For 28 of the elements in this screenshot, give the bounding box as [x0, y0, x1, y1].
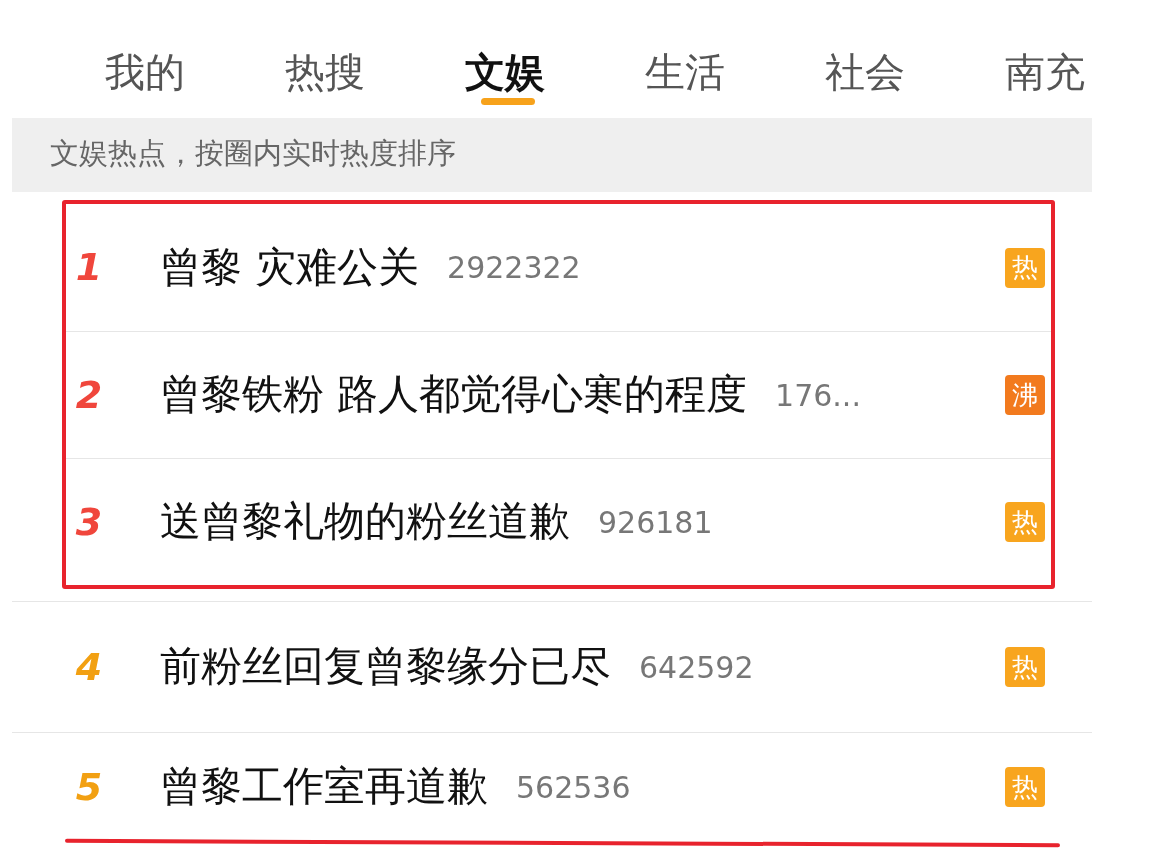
active-indicator	[481, 98, 535, 105]
rank-number: 3	[74, 498, 104, 546]
rank-number: 5	[74, 763, 104, 811]
topic-link[interactable]: 前粉丝回复曾黎缘分已尽	[160, 636, 611, 698]
heat-tag: 热	[1005, 502, 1045, 542]
heat-count: 642592	[639, 648, 754, 687]
topic-link[interactable]: 曾黎铁粉 路人都觉得心寒的程度	[160, 364, 748, 426]
topic-link[interactable]: 曾黎 灾难公关	[160, 236, 420, 299]
rank-number: 4	[74, 643, 104, 691]
heat-tag: 热	[1005, 647, 1045, 687]
heat-tag: 沸	[1005, 375, 1045, 415]
tab[interactable]: 我的	[105, 0, 285, 116]
heat-count: 2922322	[447, 249, 581, 287]
tab[interactable]: 文娱	[465, 0, 645, 116]
heat-tag: 热	[1005, 767, 1045, 807]
rank-number: 2	[74, 371, 104, 419]
rank-number: 1	[74, 244, 104, 291]
topic-link[interactable]: 送曾黎礼物的粉丝道歉	[160, 491, 570, 553]
tab[interactable]: 社会	[825, 0, 1005, 116]
heat-count: 926181	[598, 503, 713, 542]
topic-link[interactable]: 曾黎工作室再道歉	[160, 756, 488, 818]
tab[interactable]: 生活	[645, 0, 825, 116]
tab[interactable]: 热搜	[285, 0, 465, 116]
info-banner: 文娱热点，按圈内实时热度排序	[12, 118, 1092, 192]
heat-count: 176...	[775, 376, 861, 415]
tab[interactable]: 南充	[1005, 0, 1095, 116]
heat-tag: 热	[1005, 247, 1045, 288]
heat-count: 562536	[516, 768, 631, 807]
